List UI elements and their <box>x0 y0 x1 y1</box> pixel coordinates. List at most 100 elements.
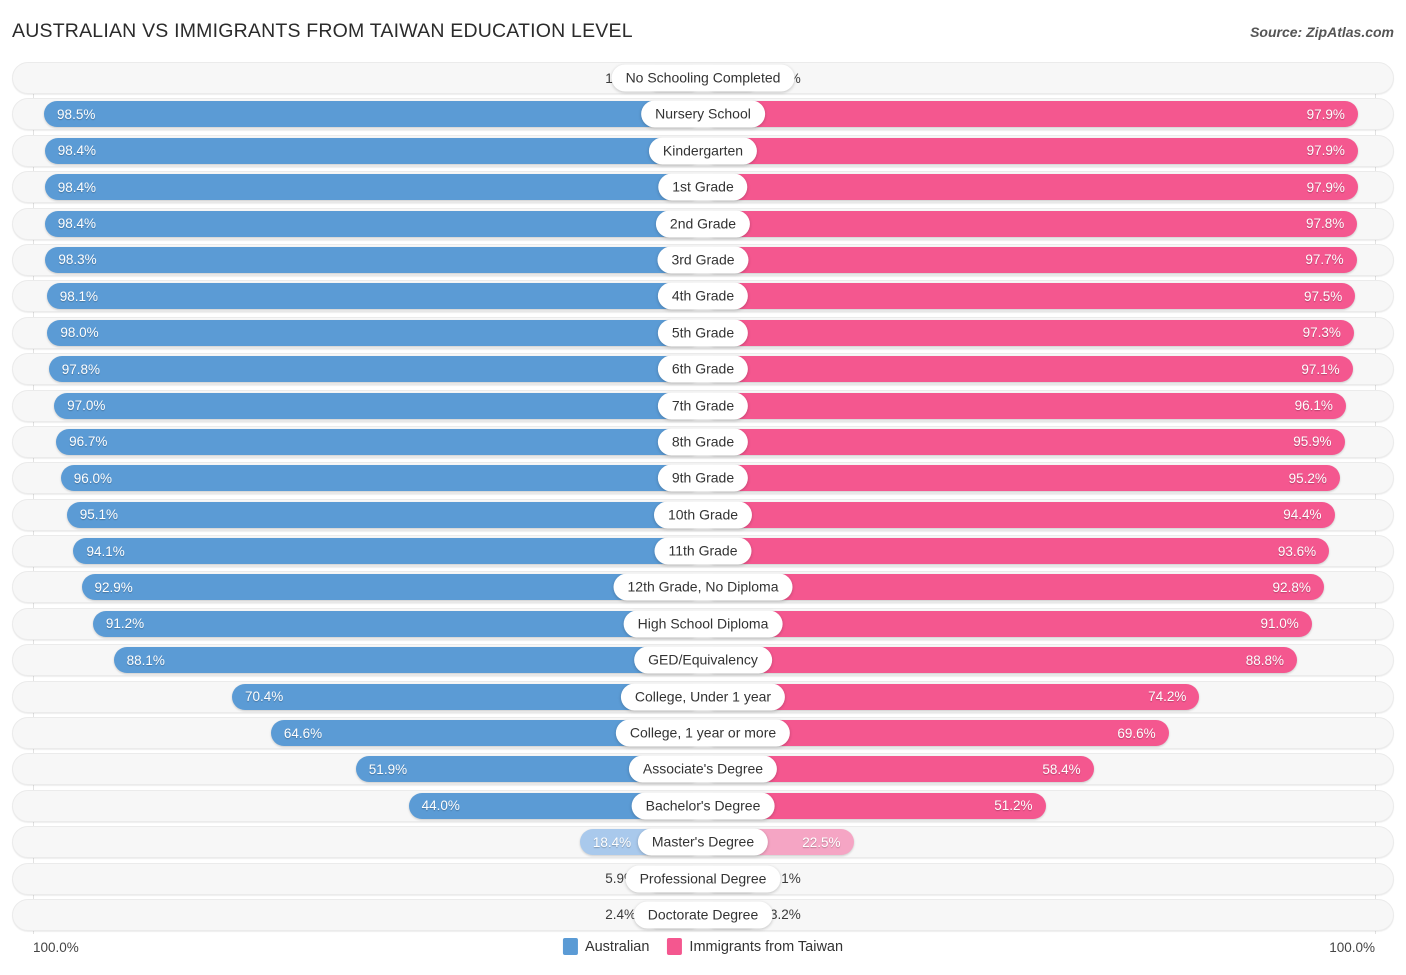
value-label-right: 97.1% <box>1301 361 1340 377</box>
chart-row: 98.4% 97.8% 2nd Grade <box>12 207 1394 240</box>
value-label-right: 97.9% <box>1306 143 1345 159</box>
row-left-half: 96.7% <box>13 427 703 457</box>
chart-row: 94.1% 93.6% 11th Grade <box>12 535 1394 568</box>
bar-immigrants-taiwan: 97.9% <box>703 174 1358 201</box>
axis-label-left: 100.0% <box>33 940 79 955</box>
bar-immigrants-taiwan: 97.9% <box>703 137 1358 164</box>
category-label: Professional Degree <box>625 865 781 893</box>
bar-immigrants-taiwan: 96.1% <box>703 392 1346 419</box>
bar-australian: 92.9% <box>81 574 703 601</box>
category-label: High School Diploma <box>623 610 783 638</box>
value-label-right: 95.2% <box>1288 470 1327 486</box>
row-left-half: 18.4% <box>13 827 703 857</box>
value-label-right: 74.2% <box>1148 689 1187 705</box>
row-right-half: 7.1% <box>703 864 1393 894</box>
value-label-right: 92.8% <box>1272 579 1311 595</box>
row-right-half: 91.0% <box>703 609 1393 639</box>
bar-immigrants-taiwan: 94.4% <box>703 501 1335 528</box>
bar-immigrants-taiwan: 97.8% <box>703 210 1358 237</box>
category-label: 7th Grade <box>657 392 749 420</box>
legend-item: Australian <box>562 938 650 955</box>
value-label-right: 3.2% <box>770 907 801 923</box>
value-label-left: 96.7% <box>69 434 108 450</box>
row-right-half: 3.2% <box>703 900 1393 930</box>
value-label-right: 88.8% <box>1245 652 1285 668</box>
value-label-left: 44.0% <box>421 798 460 814</box>
category-label: 4th Grade <box>657 282 749 310</box>
category-label: 10th Grade <box>653 501 753 529</box>
legend-label: Australian <box>584 938 650 955</box>
category-label: No Schooling Completed <box>611 64 795 92</box>
value-label-right: 91.0% <box>1260 616 1299 632</box>
value-label-right: 97.7% <box>1305 252 1344 268</box>
value-label-left: 98.4% <box>57 179 96 195</box>
row-right-half: 95.2% <box>703 463 1393 493</box>
source-attribution: Source: ZipAtlas.com <box>1250 24 1394 40</box>
row-left-half: 98.1% <box>13 281 703 311</box>
chart-rows: 1.6%2.1%No Schooling Completed 98.5% 97.9%… <box>12 62 1394 935</box>
row-left-half: 88.1% <box>13 645 703 675</box>
chart-row: 97.0% 96.1% 7th Grade <box>12 389 1394 422</box>
row-left-half: 92.9% <box>13 572 703 602</box>
row-left-half: 98.4% <box>13 209 703 239</box>
value-label-left: 64.6% <box>283 725 323 741</box>
legend-label: Immigrants from Taiwan <box>689 938 844 955</box>
value-label-left: 51.9% <box>368 761 408 777</box>
row-left-half: 98.4% <box>13 136 703 166</box>
chart-legend: Australian Immigrants from Taiwan <box>562 938 843 955</box>
chart-page: AUSTRALIAN VS IMMIGRANTS FROM TAIWAN EDU… <box>0 0 1406 975</box>
category-label: 9th Grade <box>657 464 749 492</box>
value-label-left: 95.1% <box>79 507 119 523</box>
chart-row: 96.0% 95.2% 9th Grade <box>12 462 1394 495</box>
bar-australian: 91.2% <box>92 610 703 637</box>
bar-australian: 96.7% <box>56 428 703 455</box>
chart-row: 64.6% 69.6% College, 1 year or more <box>12 717 1394 750</box>
value-label-right: 22.5% <box>802 834 841 850</box>
legend-swatch-icon <box>562 938 578 955</box>
bar-immigrants-taiwan: 97.1% <box>703 356 1353 383</box>
chart-row: 1.6%2.1%No Schooling Completed <box>12 62 1394 94</box>
bar-immigrants-taiwan: 91.0% <box>703 610 1312 637</box>
chart-row: 98.4% 97.9% 1st Grade <box>12 171 1394 204</box>
row-left-half: 98.0% <box>13 318 703 348</box>
bar-australian: 95.1% <box>66 501 703 528</box>
bar-australian: 98.4% <box>44 174 703 201</box>
row-left-half: 97.8% <box>13 354 703 384</box>
category-label: 5th Grade <box>657 319 749 347</box>
bar-immigrants-taiwan: 97.9% <box>703 101 1358 128</box>
category-label: Nursery School <box>641 100 765 128</box>
bar-immigrants-taiwan: 92.8% <box>703 574 1324 601</box>
row-left-half: 94.1% <box>13 536 703 566</box>
bar-australian: 97.8% <box>48 356 703 383</box>
bar-australian: 98.3% <box>45 246 703 273</box>
chart-row: 91.2% 91.0% High School Diploma <box>12 607 1394 640</box>
chart-row: 98.3% 97.7% 3rd Grade <box>12 243 1394 276</box>
row-left-half: 97.0% <box>13 391 703 421</box>
value-label-left: 94.1% <box>86 543 125 559</box>
value-label-right: 97.8% <box>1306 216 1345 232</box>
row-right-half: 88.8% <box>703 645 1393 675</box>
chart-row: 88.1% 88.8% GED/Equivalency <box>12 644 1394 677</box>
legend-item: Immigrants from Taiwan <box>667 938 843 955</box>
category-label: 12th Grade, No Diploma <box>613 573 793 601</box>
row-left-half: 95.1% <box>13 500 703 530</box>
chart-row: 95.1% 94.4% 10th Grade <box>12 498 1394 531</box>
value-label-left: 88.1% <box>126 652 165 668</box>
row-left-half: 98.5% <box>13 99 703 129</box>
page-title: AUSTRALIAN VS IMMIGRANTS FROM TAIWAN EDU… <box>12 20 633 42</box>
bar-australian: 98.4% <box>44 137 703 164</box>
row-right-half: 97.9% <box>703 172 1393 202</box>
value-label-left: 97.8% <box>61 361 100 377</box>
value-label-right: 69.6% <box>1117 725 1156 741</box>
value-label-left: 98.5% <box>57 106 96 122</box>
value-label-left: 98.1% <box>59 288 98 304</box>
category-label: College, Under 1 year <box>620 683 786 711</box>
row-left-half: 2.4% <box>13 900 703 930</box>
bar-immigrants-taiwan: 88.8% <box>703 647 1298 674</box>
chart-row: 98.4% 97.9% Kindergarten <box>12 134 1394 167</box>
bar-australian: 98.0% <box>47 319 703 346</box>
value-label-right: 93.6% <box>1277 543 1317 559</box>
bar-australian: 98.5% <box>44 101 703 128</box>
category-label: GED/Equivalency <box>634 646 772 674</box>
value-label-left: 98.4% <box>57 143 96 159</box>
